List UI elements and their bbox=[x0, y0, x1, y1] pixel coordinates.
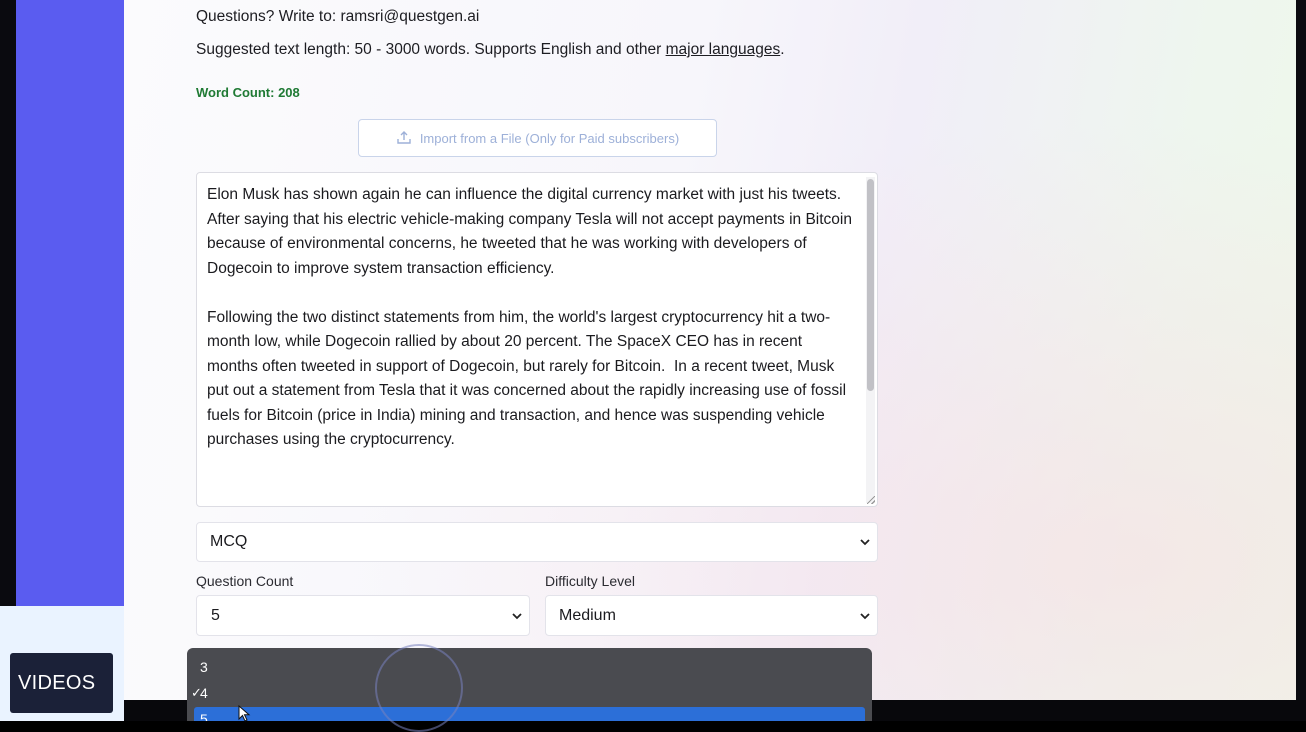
import-file-button[interactable]: Import from a File (Only for Paid subscr… bbox=[358, 119, 717, 157]
suggested-length-text: Suggested text length: 50 - 3000 words. … bbox=[196, 41, 785, 59]
text-input-area[interactable]: Elon Musk has shown again he can influen… bbox=[196, 172, 878, 507]
dropdown-option-4[interactable]: ✓ 4 bbox=[191, 685, 208, 701]
option-label: 5 bbox=[200, 711, 208, 721]
mouse-cursor-icon bbox=[238, 704, 252, 728]
difficulty-level-label: Difficulty Level bbox=[545, 573, 636, 589]
chevron-down-icon bbox=[859, 607, 871, 625]
question-count-value: 5 bbox=[211, 606, 220, 624]
checkmark-icon: ✓ bbox=[191, 685, 202, 700]
right-edge bbox=[1296, 0, 1306, 700]
question-count-dropdown[interactable]: 3 ✓ 4 5 bbox=[187, 648, 872, 721]
suggested-length-prefix: Suggested text length: 50 - 3000 words. … bbox=[196, 41, 666, 58]
chevron-down-icon bbox=[859, 533, 871, 551]
major-languages-link[interactable]: major languages bbox=[666, 41, 781, 58]
contact-text: Questions? Write to: ramsri@questgen.ai bbox=[196, 8, 480, 25]
suggested-length-suffix: . bbox=[780, 41, 785, 58]
difficulty-value: Medium bbox=[559, 606, 616, 624]
question-type-value: MCQ bbox=[210, 533, 248, 550]
textarea-scrollbar-thumb[interactable] bbox=[867, 179, 874, 391]
chevron-down-icon bbox=[511, 607, 523, 625]
question-count-label: Question Count bbox=[196, 573, 294, 589]
question-type-select[interactable]: MCQ bbox=[196, 522, 878, 562]
text-input-value[interactable]: Elon Musk has shown again he can influen… bbox=[207, 183, 857, 453]
click-indicator bbox=[375, 644, 463, 732]
option-label: 3 bbox=[200, 659, 208, 675]
difficulty-select[interactable]: Medium bbox=[545, 595, 878, 636]
import-file-label: Import from a File (Only for Paid subscr… bbox=[419, 130, 680, 146]
dropdown-option-5[interactable]: 5 bbox=[200, 711, 208, 721]
question-count-select[interactable]: 5 bbox=[196, 595, 530, 636]
resize-handle-icon[interactable] bbox=[867, 496, 875, 504]
word-count: Word Count: 208 bbox=[196, 85, 300, 100]
dropdown-highlight bbox=[194, 707, 865, 721]
videos-button[interactable]: VIDEOS bbox=[10, 653, 113, 713]
dropdown-option-3[interactable]: 3 bbox=[200, 659, 208, 675]
upload-icon bbox=[396, 131, 412, 145]
